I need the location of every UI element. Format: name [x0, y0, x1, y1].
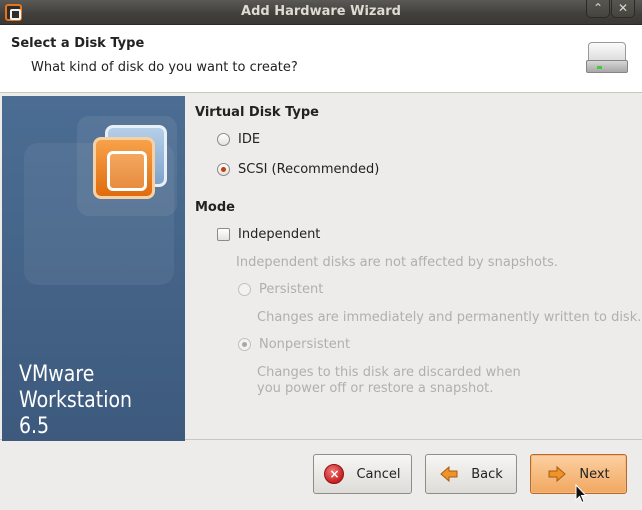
page-title: Select a Disk Type — [11, 36, 145, 51]
product-name-line2: Workstation 6.5 — [19, 388, 133, 439]
nonpersistent-description-line1: Changes to this disk are discarded when — [257, 365, 521, 380]
vmware-logo-icon — [93, 137, 155, 199]
product-name-line1: VMware — [19, 362, 95, 387]
mouse-cursor-icon — [575, 483, 588, 504]
wizard-body: VMware Workstation 6.5 Virtual Disk Type… — [0, 94, 642, 441]
back-button-label: Back — [471, 466, 503, 482]
cancel-icon: × — [324, 464, 345, 484]
arrow-left-icon — [439, 464, 459, 484]
cancel-button[interactable]: × Cancel — [313, 454, 412, 494]
persistent-description: Changes are immediately and permanently … — [257, 310, 642, 325]
page-subtitle: What kind of disk do you want to create? — [31, 60, 298, 75]
radio-ide-label[interactable]: IDE — [238, 132, 260, 147]
radio-persistent-label[interactable]: Persistent — [259, 282, 323, 297]
side-banner: VMware Workstation 6.5 — [2, 96, 185, 441]
checkbox-independent[interactable]: Independent — [217, 227, 320, 242]
virtual-disk-type-heading: Virtual Disk Type — [195, 105, 320, 120]
hard-disk-icon — [586, 42, 628, 74]
radio-persistent[interactable]: Persistent — [238, 282, 323, 297]
radio-nonpersistent[interactable]: Nonpersistent — [238, 337, 350, 352]
minimize-button[interactable]: ⌃ — [586, 0, 610, 18]
back-button[interactable]: Back — [425, 454, 517, 494]
radio-ide[interactable]: IDE — [217, 132, 260, 147]
title-bar[interactable]: Add Hardware Wizard ⌃ ✕ — [0, 0, 642, 25]
nonpersistent-description: Changes to this disk are discarded when … — [257, 365, 521, 397]
arrow-right-icon — [547, 464, 567, 484]
radio-persistent-indicator[interactable] — [238, 283, 251, 296]
mode-heading: Mode — [195, 200, 235, 215]
checkbox-independent-label[interactable]: Independent — [238, 227, 320, 242]
radio-ide-indicator[interactable] — [217, 133, 230, 146]
radio-scsi[interactable]: SCSI (Recommended) — [217, 162, 379, 177]
close-button[interactable]: ✕ — [611, 0, 635, 18]
cancel-button-label: Cancel — [356, 466, 401, 482]
nonpersistent-description-line2: you power off or restore a snapshot. — [257, 381, 494, 396]
radio-scsi-indicator[interactable] — [217, 163, 230, 176]
radio-nonpersistent-label[interactable]: Nonpersistent — [259, 337, 350, 352]
wizard-header: Select a Disk Type What kind of disk do … — [0, 25, 642, 93]
add-hardware-wizard-window: Add Hardware Wizard ⌃ ✕ Select a Disk Ty… — [0, 0, 642, 510]
options-panel: Virtual Disk Type IDE SCSI (Recommended)… — [186, 94, 642, 439]
next-button-label: Next — [579, 466, 610, 482]
product-name: VMware Workstation 6.5 — [19, 362, 162, 440]
radio-nonpersistent-indicator[interactable] — [238, 338, 251, 351]
checkbox-independent-indicator[interactable] — [217, 228, 230, 241]
radio-scsi-label[interactable]: SCSI (Recommended) — [238, 162, 379, 177]
independent-description: Independent disks are not affected by sn… — [236, 255, 559, 270]
window-title: Add Hardware Wizard — [241, 4, 401, 19]
